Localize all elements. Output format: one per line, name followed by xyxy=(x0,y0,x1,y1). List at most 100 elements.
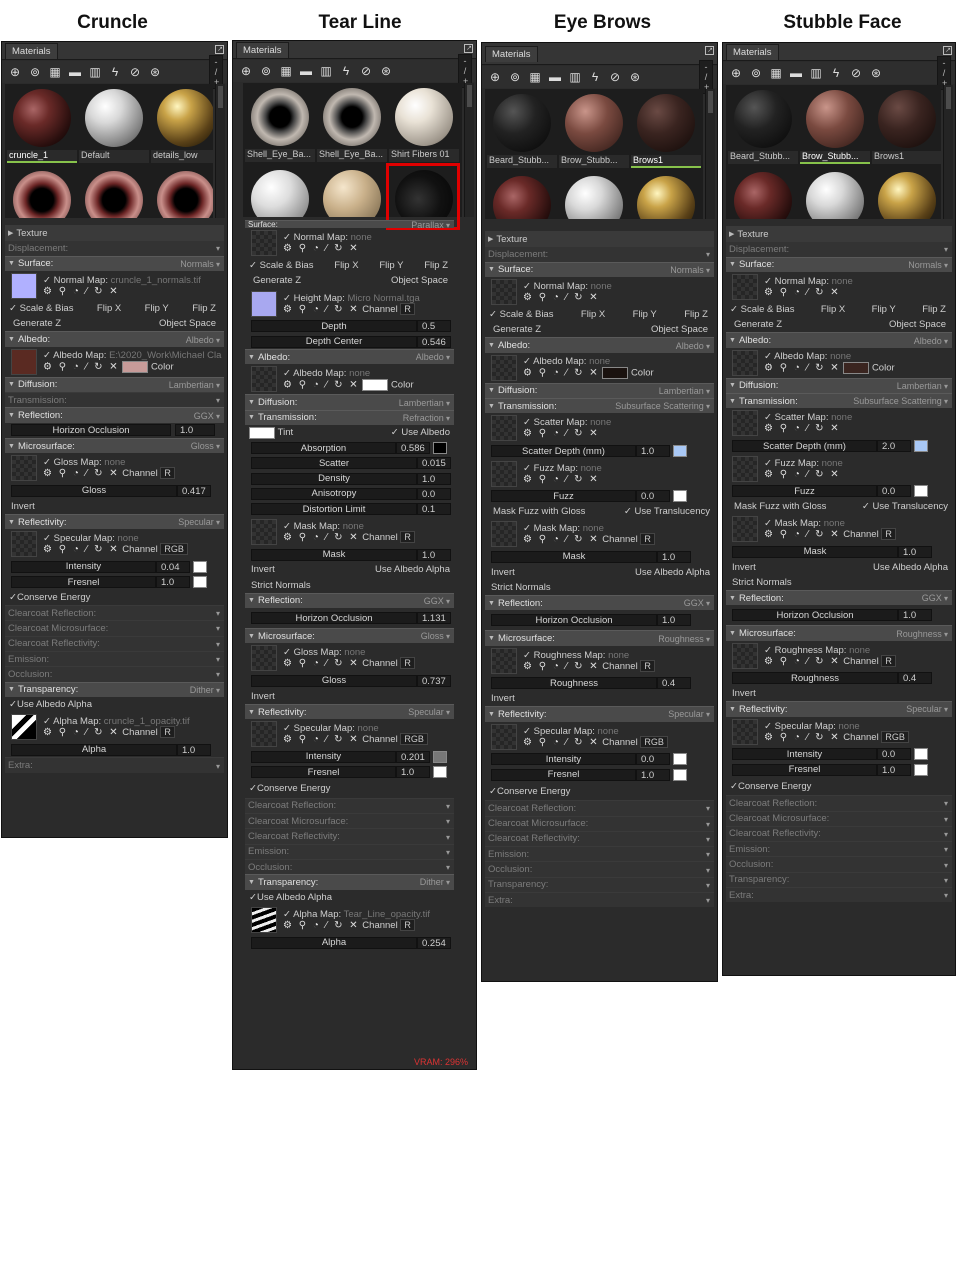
material-thumb[interactable]: Shell_Eye_Ba... xyxy=(317,85,387,165)
section-clearcoat-microsurface[interactable]: Clearcoat Microsurface: xyxy=(726,810,952,826)
thumbnail-scrollbar[interactable] xyxy=(464,83,474,217)
map-tool-icons[interactable]: ⚙ ⚲ ◔ ⁄ ↻ ✕ xyxy=(523,428,611,439)
trash-icon[interactable]: ▥ xyxy=(88,65,102,79)
material-thumb[interactable] xyxy=(151,168,213,218)
fuzz-map-thumb[interactable] xyxy=(491,460,517,487)
duplicate-icon[interactable]: ⊚ xyxy=(749,66,763,80)
strict-normals-row[interactable]: Strict Normals xyxy=(726,575,952,590)
scatter-map-thumb[interactable] xyxy=(491,415,517,442)
channel-select[interactable]: RGB xyxy=(881,730,909,743)
material-thumb[interactable] xyxy=(317,167,387,217)
map-tool-icons[interactable]: ⚙ ⚲ ◔ ⁄ ↻ ✕ xyxy=(523,474,602,485)
section-extra[interactable]: Extra: xyxy=(5,757,224,773)
invert-row[interactable]: Invert xyxy=(245,689,454,704)
material-thumb[interactable] xyxy=(487,173,557,219)
map-tool-icons[interactable]: ⚙ ⚲ ◔ ⁄ ↻ ✕ xyxy=(764,732,841,743)
fuzz-swatch[interactable] xyxy=(673,490,687,503)
material-thumb-selected[interactable]: Brows1 xyxy=(631,91,701,171)
refresh-icon[interactable]: ⊘ xyxy=(128,65,142,79)
refresh-icon[interactable]: ⊘ xyxy=(608,70,622,84)
section-clearcoat-microsurface[interactable]: Clearcoat Microsurface: xyxy=(245,813,454,829)
invert-row[interactable]: Invert Use Albedo Alpha xyxy=(245,562,454,577)
horizon-occlusion-row[interactable]: Horizon Occlusion 1.131 xyxy=(245,608,454,628)
map-tool-icons[interactable]: ⚙ ⚲ ◔ ⁄ ↻ ✕ xyxy=(283,304,360,315)
section-occlusion[interactable]: Occlusion: xyxy=(485,861,714,877)
section-transparency[interactable]: Transparency: xyxy=(726,871,952,888)
conserve-energy-row[interactable]: ✓ Conserve Energy xyxy=(726,777,952,795)
refresh-icon[interactable]: ⊘ xyxy=(359,64,373,78)
checker-icon[interactable]: ▦ xyxy=(528,70,542,84)
channel-select[interactable]: R xyxy=(160,467,175,480)
section-texture[interactable]: ▶ Texture xyxy=(5,225,224,241)
mask-row[interactable]: Mask 1.0 xyxy=(726,544,952,559)
scatter-depth-row[interactable]: Scatter Depth (mm) 1.0 xyxy=(485,443,714,458)
conserve-energy-row[interactable]: ✓ Conserve Energy xyxy=(485,782,714,800)
folder-icon[interactable]: ▬ xyxy=(68,65,82,79)
section-albedo[interactable]: ▼ Albedo: Albedo xyxy=(726,332,952,348)
material-thumb[interactable] xyxy=(800,169,870,219)
section-transmission[interactable]: ▼ Transmission: Subsurface Scattering xyxy=(485,398,714,414)
trash-icon[interactable]: ▥ xyxy=(809,66,823,80)
channel-select[interactable]: RGB xyxy=(400,733,428,746)
map-tool-icons[interactable]: ⚙ ⚲ ◔ ⁄ ↻ ✕ xyxy=(764,469,843,480)
specular-map-thumb[interactable] xyxy=(11,531,37,558)
map-tool-icons[interactable]: ⚙ ⚲ ◔ ⁄ ↻ ✕ xyxy=(283,380,360,391)
section-transmission[interactable]: ▼ Transmission: Refraction xyxy=(245,409,454,426)
alpha-map-thumb[interactable] xyxy=(11,714,37,741)
mask-row[interactable]: Mask 1.0 xyxy=(485,549,714,564)
section-diffusion[interactable]: ▼ Diffusion: Lambertian xyxy=(485,382,714,399)
duplicate-icon[interactable]: ⊚ xyxy=(28,65,42,79)
material-thumb-selected[interactable]: Brow_Stubb... xyxy=(800,87,870,167)
duplicate-icon[interactable]: ⊚ xyxy=(259,64,273,78)
map-tool-icons[interactable]: ⚙ ⚲ ◔ ⁄ ↻ ✕ xyxy=(764,529,841,540)
section-reflectivity[interactable]: ▼ Reflectivity: Specular xyxy=(245,703,454,720)
scatter-depth-row[interactable]: Scatter Depth (mm) 2.0 xyxy=(726,438,952,453)
import-icon[interactable]: ⊛ xyxy=(148,65,162,79)
map-tool-icons[interactable]: ⚙ ⚲ ◔ ⁄ ↻ ✕ xyxy=(283,658,360,669)
section-microsurface[interactable]: ▼ Microsurface: Roughness xyxy=(485,630,714,646)
map-tool-icons[interactable]: ⚙ ⚲ ◔ ⁄ ↻ ✕ xyxy=(764,656,841,667)
folder-icon[interactable]: ▬ xyxy=(548,70,562,84)
thumbnail-scrollbar[interactable] xyxy=(705,89,715,219)
roughness-map-thumb[interactable] xyxy=(491,647,517,674)
materials-tab[interactable]: Materials xyxy=(485,45,538,62)
section-clearcoat-reflection[interactable]: Clearcoat Reflection: xyxy=(726,795,952,811)
map-tool-icons[interactable]: ⚙ ⚲ ◔ ⁄ ↻ ✕ xyxy=(764,287,853,298)
map-tool-icons[interactable]: ⚙ ⚲ ◔ ⁄ ↻ ✕ xyxy=(43,286,201,297)
intensity-swatch[interactable] xyxy=(433,750,447,763)
alpha-map-thumb[interactable] xyxy=(251,906,277,933)
section-emission[interactable]: Emission: xyxy=(245,843,454,860)
invert-row[interactable]: Invert Use Albedo Alpha xyxy=(726,560,952,575)
intensity-row[interactable]: Intensity 0.201 xyxy=(245,749,454,764)
material-thumb[interactable] xyxy=(7,168,77,218)
material-thumb[interactable]: cruncle_1 xyxy=(7,86,77,166)
generate-z-row[interactable]: Generate Z Object Space xyxy=(245,273,454,288)
material-thumb[interactable]: Beard_Stubb... xyxy=(728,87,798,167)
map-tool-icons[interactable]: ⚙ ⚲ ◔ ⁄ ↻ ✕ xyxy=(43,468,120,479)
conserve-energy-row[interactable]: ✓ Conserve Energy xyxy=(245,780,454,798)
channel-select[interactable]: R xyxy=(881,528,896,541)
section-microsurface[interactable]: ▼ Microsurface: Gloss xyxy=(245,628,454,644)
albedo-map-thumb[interactable] xyxy=(732,349,758,376)
intensity-swatch[interactable] xyxy=(914,748,928,761)
invert-row[interactable]: Invert xyxy=(5,499,224,514)
roughness-row[interactable]: Roughness 0.4 xyxy=(485,676,714,691)
fuzz-map-thumb[interactable] xyxy=(732,455,758,482)
intensity-swatch[interactable] xyxy=(673,753,687,766)
channel-select[interactable]: R xyxy=(400,530,415,543)
depth-row[interactable]: Depth 0.5 xyxy=(245,319,454,334)
map-tool-icons[interactable]: ⚙ ⚲ ◔ ⁄ ↻ ✕ xyxy=(283,920,360,931)
map-tool-icons[interactable]: ⚙ ⚲ ◔ ⁄ ↻ ✕ xyxy=(764,423,852,434)
section-emission[interactable]: Emission: xyxy=(485,846,714,862)
thumbnail-scrollbar[interactable] xyxy=(943,85,953,219)
checker-icon[interactable]: ▦ xyxy=(769,66,783,80)
refresh-icon[interactable]: ⊘ xyxy=(849,66,863,80)
map-tool-icons[interactable]: ⚙ ⚲ ◔ ⁄ ↻ ✕ xyxy=(283,734,360,745)
invert-row[interactable]: Invert xyxy=(726,686,952,701)
section-clearcoat-reflection[interactable]: Clearcoat Reflection: xyxy=(5,605,224,621)
map-tool-icons[interactable]: ⚙ ⚲ ◔ ⁄ ↻ ✕ xyxy=(523,368,600,379)
section-microsurface[interactable]: ▼ Microsurface: Gloss xyxy=(5,437,224,454)
checker-icon[interactable]: ▦ xyxy=(48,65,62,79)
scatter-row[interactable]: Scatter 0.015 xyxy=(245,456,454,471)
generate-z-row[interactable]: Generate Z Object Space xyxy=(485,322,714,337)
